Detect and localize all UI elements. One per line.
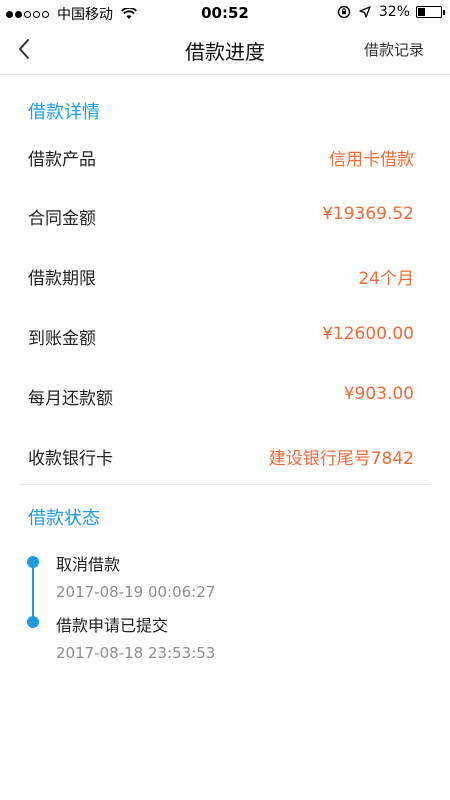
status-section-title: 借款状态 bbox=[28, 508, 100, 529]
event-title-cancel: 取消借款 bbox=[56, 555, 121, 574]
detail-value: 建设银行尾号7842 bbox=[268, 449, 414, 469]
detail-label: 合同金额 bbox=[28, 209, 96, 229]
detail-row-bank-card: 收款银行卡 建设银行尾号7842 bbox=[28, 444, 414, 474]
detail-row-monthly-payment: 每月还款额 ¥903.00 bbox=[28, 384, 414, 414]
detail-value: 信用卡借款 bbox=[329, 150, 414, 170]
event-time: 2017-08-18 23:53:53 bbox=[56, 644, 216, 662]
detail-label: 借款期限 bbox=[28, 269, 96, 289]
detail-row-contract-amount: 合同金额 ¥19369.52 bbox=[28, 204, 414, 234]
detail-row-received-amount: 到账金额 ¥12600.00 bbox=[28, 324, 414, 354]
detail-value: ¥19369.52 bbox=[322, 204, 414, 224]
detail-label: 收款银行卡 bbox=[28, 449, 113, 469]
detail-value: ¥903.00 bbox=[343, 384, 414, 404]
battery-percent: 32% bbox=[378, 4, 410, 20]
event-time: 2017-08-19 00:06:27 bbox=[56, 583, 216, 601]
nav-bar: 借款进度 借款记录 bbox=[0, 26, 450, 75]
status-right: 32% bbox=[337, 4, 445, 20]
detail-label: 借款产品 bbox=[28, 150, 96, 170]
status-bar: 中国移动 00:52 32% bbox=[0, 0, 450, 26]
detail-label: 每月还款额 bbox=[28, 389, 113, 409]
event-title-submitted: 借款申请已提交 bbox=[56, 616, 169, 635]
section-divider bbox=[20, 484, 430, 485]
detail-value: ¥12600.00 bbox=[322, 324, 414, 344]
detail-row-term: 借款期限 24个月 bbox=[28, 264, 414, 294]
loan-records-button[interactable]: 借款记录 bbox=[364, 39, 424, 60]
detail-row-product: 借款产品 信用卡借款 bbox=[28, 145, 414, 175]
timeline-dot bbox=[27, 616, 39, 628]
timeline-line bbox=[32, 562, 34, 622]
details-section-title: 借款详情 bbox=[28, 102, 100, 123]
detail-label: 到账金额 bbox=[28, 329, 96, 349]
battery-icon bbox=[416, 6, 445, 18]
detail-value: 24个月 bbox=[358, 269, 414, 289]
lock-rotation-icon bbox=[337, 5, 351, 19]
timeline-dot bbox=[27, 556, 39, 568]
location-icon bbox=[359, 6, 371, 18]
